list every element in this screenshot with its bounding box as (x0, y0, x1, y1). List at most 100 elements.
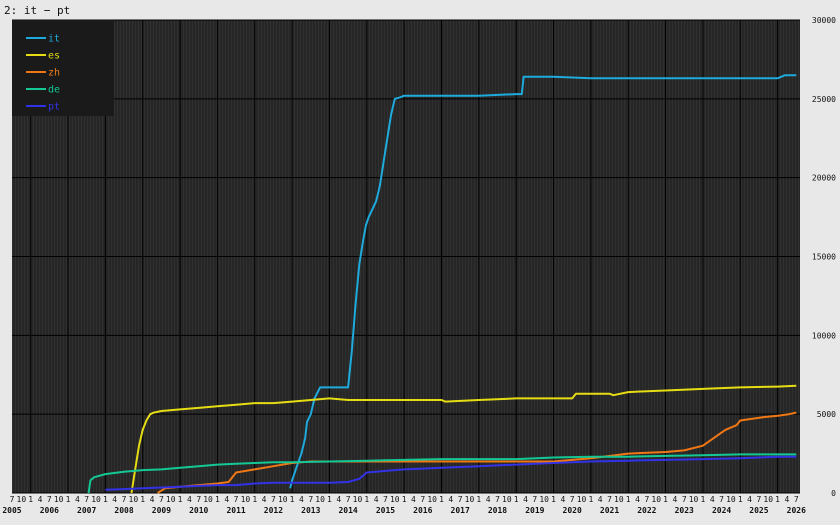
x-tick-label: 4 (224, 495, 229, 504)
y-tick-label: 10000 (812, 331, 836, 340)
legend-label-pt: pt (48, 102, 60, 113)
x-tick-label: 7 (757, 495, 762, 504)
x-year-label: 2012 (264, 506, 283, 515)
x-tick-label: 7 (719, 495, 724, 504)
x-tick-label: 4 (75, 495, 80, 504)
x-tick-label: 7 (196, 495, 201, 504)
y-tick-label: 0 (831, 489, 836, 498)
x-tick-label: 7 (271, 495, 276, 504)
x-year-label: 2006 (40, 506, 59, 515)
x-tick-label: 4 (598, 495, 603, 504)
x-tick-label: 7 (308, 495, 313, 504)
x-year-label: 2019 (525, 506, 544, 515)
x-tick-label: 10 (465, 495, 475, 504)
x-tick-label: 10 (577, 495, 587, 504)
legend-box (12, 20, 114, 116)
x-year-label: 2025 (749, 506, 768, 515)
x-tick-label: 4 (560, 495, 565, 504)
x-tick-label: 4 (785, 495, 790, 504)
x-year-label: 2021 (600, 506, 619, 515)
x-tick-label: 4 (523, 495, 528, 504)
x-tick-label: 4 (635, 495, 640, 504)
x-tick-label: 4 (747, 495, 752, 504)
x-tick-label: 4 (374, 495, 379, 504)
x-tick-label: 7 (122, 495, 127, 504)
x-year-label: 2015 (376, 506, 395, 515)
x-tick-label: 1 (66, 495, 71, 504)
x-tick-label: 1 (551, 495, 556, 504)
x-tick-label: 10 (689, 495, 699, 504)
x-tick-label: 10 (91, 495, 101, 504)
x-tick-label: 4 (262, 495, 267, 504)
x-tick-label: 7 (420, 495, 425, 504)
x-tick-label: 4 (150, 495, 155, 504)
x-tick-label: 4 (187, 495, 192, 504)
y-axis-ticks: 0 5000 10000 15000 20000 25000 30000 (812, 16, 836, 498)
x-tick-label: 10 (502, 495, 512, 504)
x-tick-label: 1 (663, 495, 668, 504)
x-tick-label: 4 (299, 495, 304, 504)
x-tick-label: 1 (140, 495, 145, 504)
x-tick-label: 7 (495, 495, 500, 504)
x-tick-label: 10 (166, 495, 176, 504)
x-tick-label: 4 (112, 495, 117, 504)
y-tick-label: 15000 (812, 253, 836, 262)
legend-label-it: it (48, 34, 60, 45)
x-tick-label: 10 (353, 495, 363, 504)
x-tick-label: 7 (532, 495, 537, 504)
x-tick-label: 1 (178, 495, 183, 504)
x-tick-label: 1 (215, 495, 220, 504)
x-tick-label: 1 (476, 495, 481, 504)
x-tick-label: 1 (327, 495, 332, 504)
x-tick-label: 7 (346, 495, 351, 504)
x-tick-label: 1 (290, 495, 295, 504)
x-year-label: 2010 (189, 506, 208, 515)
legend: it es zh de pt (12, 20, 114, 116)
x-tick-label: 10 (614, 495, 624, 504)
x-tick-label: 4 (336, 495, 341, 504)
x-tick-label: 1 (28, 495, 33, 504)
x-year-label: 2013 (301, 506, 320, 515)
x-tick-label: 7 (159, 495, 164, 504)
x-tick-label: 10 (54, 495, 64, 504)
x-tick-label: 1 (103, 495, 108, 504)
x-year-label: 2023 (675, 506, 694, 515)
x-tick-label: 4 (710, 495, 715, 504)
x-tick-label: 10 (390, 495, 400, 504)
x-tick-label: 1 (252, 495, 257, 504)
x-year-label: 2022 (637, 506, 656, 515)
x-tick-label: 7 (607, 495, 612, 504)
x-tick-label: 7 (570, 495, 575, 504)
x-year-label: 2014 (338, 506, 357, 515)
legend-label-es: es (48, 51, 60, 62)
x-tick-label: 4 (486, 495, 491, 504)
x-tick-label: 4 (672, 495, 677, 504)
x-year-label: 2007 (77, 506, 96, 515)
x-year-label: 2009 (152, 506, 171, 515)
x-year-label: 2026 (787, 506, 806, 515)
x-axis-ticks: 7 10 1 4 7 10 1 4 7 10 1 4 7 10 1 4 7 10 1 4 7 10 1 4 7 10 1 4 7 10 1 4… (2, 495, 806, 515)
y-tick-label: 5000 (817, 410, 836, 419)
x-tick-label: 10 (651, 495, 661, 504)
x-tick-label: 1 (439, 495, 444, 504)
x-tick-label: 7 (84, 495, 89, 504)
x-tick-label: 7 (10, 495, 15, 504)
x-tick-label: 4 (38, 495, 43, 504)
x-year-label: 2016 (413, 506, 432, 515)
x-tick-label: 1 (775, 495, 780, 504)
x-tick-label: 7 (383, 495, 388, 504)
legend-label-de: de (48, 85, 60, 96)
x-tick-label: 10 (241, 495, 251, 504)
x-tick-label: 10 (539, 495, 549, 504)
x-tick-label: 7 (682, 495, 687, 504)
x-tick-label: 1 (514, 495, 519, 504)
x-tick-label: 7 (794, 495, 799, 504)
x-tick-label: 10 (726, 495, 736, 504)
x-tick-label: 10 (278, 495, 288, 504)
y-tick-label: 30000 (812, 16, 836, 25)
x-year-label: 2017 (451, 506, 470, 515)
x-tick-label: 1 (700, 495, 705, 504)
x-tick-label: 1 (402, 495, 407, 504)
x-year-label: 2020 (563, 506, 582, 515)
x-tick-label: 1 (588, 495, 593, 504)
